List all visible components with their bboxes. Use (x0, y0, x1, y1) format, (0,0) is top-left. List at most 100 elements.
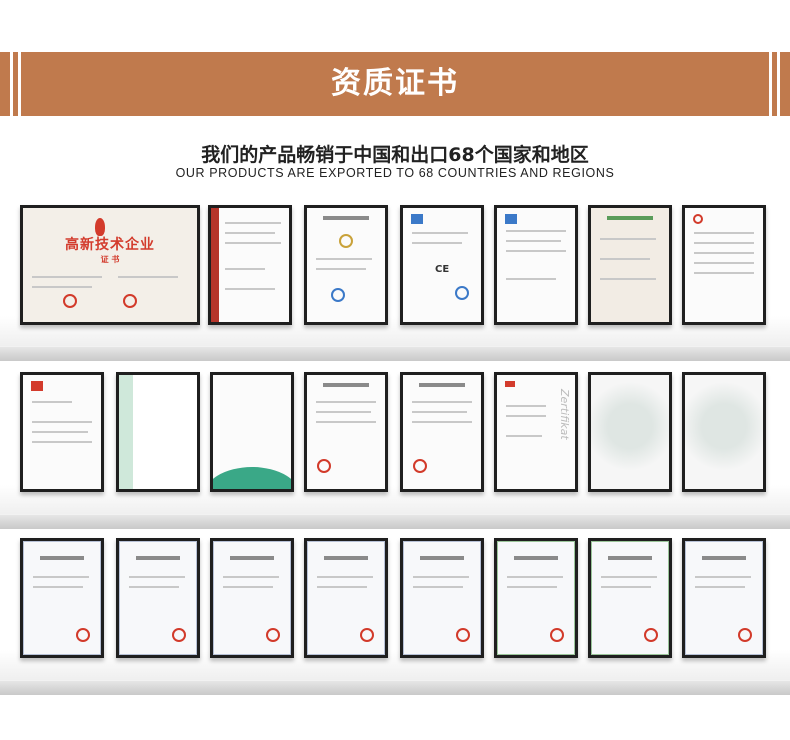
certificate-eco: Zertifikat (497, 375, 575, 489)
patent-frame[interactable] (210, 538, 294, 658)
patent-frame[interactable] (494, 538, 578, 658)
doc-header (136, 556, 180, 560)
award-subtitle: 证 书 (100, 255, 120, 264)
banner-title: 资质证书 (331, 66, 459, 101)
patent-frame[interactable] (588, 538, 672, 658)
text-line (506, 278, 556, 280)
blurred-content (591, 375, 669, 489)
red-seal-icon (413, 459, 427, 473)
certificate-doc (23, 375, 101, 489)
headline: 我们的产品畅销于中国和出口68个国家和地区 (201, 144, 589, 166)
patent-frame[interactable] (116, 538, 200, 658)
certificate-frame[interactable] (682, 205, 766, 325)
text-line (32, 421, 92, 423)
certificate-doc (497, 208, 575, 322)
text-line (412, 232, 468, 234)
certificate-bv (211, 208, 289, 322)
doc-header (230, 556, 274, 560)
red-sidebar (211, 208, 219, 322)
text-line (412, 411, 467, 413)
red-seal-icon (123, 294, 137, 308)
red-seal-icon (738, 628, 752, 642)
logo-icon (505, 214, 517, 224)
text-line (507, 576, 563, 578)
text-line (600, 238, 656, 240)
text-line (32, 276, 102, 278)
text-line (506, 435, 542, 437)
blurred-content (685, 375, 763, 489)
certificate-frame[interactable] (304, 205, 388, 325)
text-line (225, 268, 265, 270)
patent-frame[interactable] (20, 538, 104, 658)
shelf-3 (0, 680, 790, 695)
red-seal-icon (456, 628, 470, 642)
certificate-frame[interactable]: Zertifikat (494, 372, 578, 492)
certificate-frame[interactable] (588, 372, 672, 492)
text-line (601, 576, 657, 578)
text-line (412, 242, 462, 244)
certificate-frame[interactable] (208, 205, 292, 325)
text-line (694, 252, 754, 254)
certificate-frame[interactable]: CE (400, 205, 484, 325)
certificate-ce: CE (403, 208, 481, 322)
doc-header (323, 216, 369, 220)
certificate-frame[interactable] (304, 372, 388, 492)
text-line (413, 576, 469, 578)
certificate-doc (307, 208, 385, 322)
certificate-frame-award[interactable]: 高新技术企业 证 书 (20, 205, 200, 325)
text-line (601, 586, 651, 588)
ce-mark: CE (435, 264, 450, 275)
text-line (33, 586, 83, 588)
certificate-frame[interactable] (210, 372, 294, 492)
doc-header (420, 556, 464, 560)
patent-frame[interactable] (682, 538, 766, 658)
patent-certificate (591, 541, 669, 655)
text-line (600, 258, 650, 260)
patent-certificate (213, 541, 291, 655)
certificate-frame[interactable] (682, 372, 766, 492)
text-line (32, 441, 92, 443)
red-seal-icon (76, 628, 90, 642)
patent-certificate (685, 541, 763, 655)
badge-icon (339, 234, 353, 248)
green-arc (213, 467, 291, 489)
text-line (506, 250, 566, 252)
certificate-frame[interactable] (20, 372, 104, 492)
text-line (316, 411, 371, 413)
patent-frame[interactable] (304, 538, 388, 658)
doc-header (702, 556, 746, 560)
patent-frame[interactable] (400, 538, 484, 658)
text-line (225, 288, 275, 290)
text-line (695, 586, 745, 588)
logo-icon (31, 381, 43, 391)
certificate-frame[interactable] (116, 372, 200, 492)
doc-header (324, 556, 368, 560)
text-line (694, 232, 754, 234)
red-seal-icon (266, 628, 280, 642)
text-line (118, 276, 178, 278)
text-line (317, 576, 373, 578)
certificate-frame[interactable] (588, 205, 672, 325)
certificate-blurred (213, 375, 291, 489)
text-line (600, 278, 656, 280)
red-seal-icon (63, 294, 77, 308)
text-line (506, 230, 566, 232)
text-line (412, 421, 472, 423)
certificate-frame[interactable] (494, 205, 578, 325)
text-line (316, 268, 366, 270)
shelf-1 (0, 346, 790, 361)
certificate-verified (591, 208, 669, 322)
doc-header (608, 556, 652, 560)
text-line (316, 258, 372, 260)
certificate-doc (685, 208, 763, 322)
certificate-blurred (685, 375, 763, 489)
text-line (695, 576, 751, 578)
text-line (694, 272, 754, 274)
logo-icon (693, 214, 703, 224)
doc-header (419, 383, 465, 387)
patent-certificate (497, 541, 575, 655)
certificate-doc (403, 375, 481, 489)
certificate-frame[interactable] (400, 372, 484, 492)
patent-certificate (23, 541, 101, 655)
text-line (413, 586, 463, 588)
